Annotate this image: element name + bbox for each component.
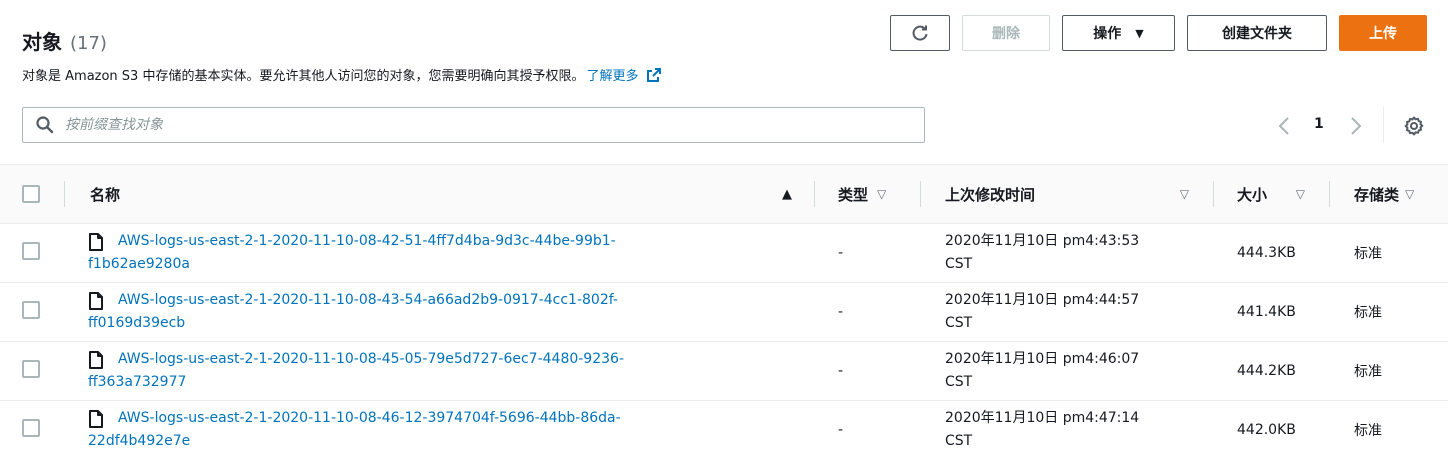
search-input[interactable] bbox=[65, 117, 905, 133]
row-checkbox[interactable] bbox=[22, 301, 40, 319]
table-header-row: 名称 ▲ 类型 ▽ 上次修改时间 ▽ 大小 ▽ 存储类 ▽ bbox=[0, 164, 1448, 224]
object-type: - bbox=[838, 304, 844, 320]
next-page-button[interactable] bbox=[1344, 113, 1368, 139]
caret-down-icon: ▼ bbox=[1135, 26, 1144, 40]
page-number[interactable]: 1 bbox=[1314, 116, 1324, 132]
select-all-cell bbox=[0, 165, 64, 224]
object-name-link[interactable]: AWS-logs-us-east-2-1-2020-11-10-08-46-12… bbox=[118, 407, 621, 430]
column-storage-class-label: 存储类 bbox=[1354, 185, 1400, 204]
description-text: 对象是 Amazon S3 中存储的基本实体。要允许其他人访问您的对象，您需要明… bbox=[22, 69, 585, 84]
column-separator bbox=[1213, 181, 1214, 207]
object-name-link-cont[interactable]: 22df4b492e7e bbox=[88, 430, 814, 453]
column-name-label: 名称 bbox=[90, 185, 121, 204]
prev-page-button[interactable] bbox=[1272, 113, 1296, 139]
object-size: 444.3KB bbox=[1237, 245, 1296, 261]
object-name-cell: AWS-logs-us-east-2-1-2020-11-10-08-46-12… bbox=[88, 407, 814, 453]
object-type: - bbox=[838, 245, 844, 261]
sort-icon[interactable]: ▽ bbox=[1405, 187, 1414, 201]
column-separator bbox=[920, 181, 921, 207]
chevron-right-icon bbox=[1351, 117, 1362, 135]
objects-table: 名称 ▲ 类型 ▽ 上次修改时间 ▽ 大小 ▽ 存储类 ▽ AWS-logs-u… bbox=[0, 164, 1448, 454]
object-type: - bbox=[838, 363, 844, 379]
pager-divider bbox=[1383, 107, 1384, 143]
object-name-link-cont[interactable]: f1b62ae9280a bbox=[88, 253, 814, 276]
actions-label: 操作 bbox=[1093, 26, 1122, 42]
refresh-button[interactable] bbox=[890, 15, 950, 51]
object-size: 444.2KB bbox=[1237, 363, 1296, 379]
file-icon bbox=[88, 350, 104, 369]
modified-date: 2020年11月10日 pm4:47:14 bbox=[945, 410, 1140, 427]
table-row[interactable]: AWS-logs-us-east-2-1-2020-11-10-08-46-12… bbox=[0, 400, 1448, 454]
modified-tz: CST bbox=[945, 374, 973, 390]
column-type-label: 类型 bbox=[838, 185, 869, 204]
modified-tz: CST bbox=[945, 256, 973, 272]
column-header-modified[interactable]: 上次修改时间 ▽ bbox=[920, 165, 1213, 224]
file-icon bbox=[88, 291, 104, 310]
file-icon bbox=[88, 232, 104, 251]
modified-date: 2020年11月10日 pm4:43:53 bbox=[945, 233, 1140, 249]
sort-icon[interactable]: ▽ bbox=[877, 187, 886, 201]
object-name-link-cont[interactable]: ff0169d39ecb bbox=[88, 312, 814, 335]
create-folder-button[interactable]: 创建文件夹 bbox=[1187, 15, 1327, 51]
sort-icon[interactable]: ▽ bbox=[1180, 187, 1189, 201]
table-row[interactable]: AWS-logs-us-east-2-1-2020-11-10-08-43-54… bbox=[0, 282, 1448, 342]
actions-dropdown[interactable]: 操作 ▼ bbox=[1062, 15, 1175, 51]
page-title: 对象 bbox=[22, 30, 62, 54]
object-storage-class: 标准 bbox=[1354, 423, 1382, 440]
sort-ascending-icon[interactable]: ▲ bbox=[782, 187, 792, 202]
preferences-gear-icon[interactable] bbox=[1402, 114, 1426, 138]
object-storage-class: 标准 bbox=[1354, 246, 1382, 262]
column-separator bbox=[1329, 181, 1330, 207]
row-checkbox[interactable] bbox=[22, 242, 40, 260]
row-checkbox[interactable] bbox=[22, 360, 40, 378]
delete-button[interactable]: 删除 bbox=[962, 15, 1050, 51]
object-name-cell: AWS-logs-us-east-2-1-2020-11-10-08-43-54… bbox=[88, 289, 814, 335]
select-all-checkbox[interactable] bbox=[22, 185, 40, 203]
modified-tz: CST bbox=[945, 315, 973, 331]
object-name-link[interactable]: AWS-logs-us-east-2-1-2020-11-10-08-43-54… bbox=[118, 289, 618, 312]
column-header-size[interactable]: 大小 ▽ bbox=[1213, 165, 1329, 224]
page-description: 对象是 Amazon S3 中存储的基本实体。要允许其他人访问您的对象，您需要明… bbox=[22, 65, 662, 84]
upload-button[interactable]: 上传 bbox=[1339, 15, 1427, 51]
search-field[interactable] bbox=[22, 107, 925, 143]
column-size-label: 大小 bbox=[1237, 185, 1268, 204]
object-name-link[interactable]: AWS-logs-us-east-2-1-2020-11-10-08-45-05… bbox=[118, 348, 624, 371]
external-link-icon[interactable] bbox=[646, 67, 662, 83]
file-icon bbox=[88, 409, 104, 428]
row-checkbox[interactable] bbox=[22, 419, 40, 438]
object-size: 442.0KB bbox=[1237, 422, 1296, 439]
column-header-type[interactable]: 类型 ▽ bbox=[814, 165, 920, 224]
refresh-icon bbox=[912, 25, 928, 41]
sort-icon[interactable]: ▽ bbox=[1296, 187, 1305, 201]
object-name-link-cont[interactable]: ff363a732977 bbox=[88, 371, 814, 394]
column-modified-label: 上次修改时间 bbox=[945, 185, 1036, 204]
object-modified: 2020年11月10日 pm4:43:53 CST bbox=[920, 224, 1213, 283]
object-name-cell: AWS-logs-us-east-2-1-2020-11-10-08-45-05… bbox=[88, 348, 814, 394]
object-storage-class: 标准 bbox=[1354, 364, 1382, 380]
object-storage-class: 标准 bbox=[1354, 305, 1382, 321]
chevron-left-icon bbox=[1278, 117, 1289, 135]
modified-tz: CST bbox=[945, 433, 973, 450]
modified-date: 2020年11月10日 pm4:44:57 bbox=[945, 292, 1140, 308]
table-row[interactable]: AWS-logs-us-east-2-1-2020-11-10-08-45-05… bbox=[0, 341, 1448, 401]
column-header-storage-class[interactable]: 存储类 ▽ bbox=[1329, 165, 1448, 224]
objects-header: 对象 (17) 对象是 Amazon S3 中存储的基本实体。要允许其他人访问您… bbox=[0, 0, 1448, 164]
title-row: 对象 (17) bbox=[22, 26, 107, 55]
column-separator bbox=[814, 181, 815, 207]
column-separator bbox=[64, 181, 65, 207]
object-name-cell: AWS-logs-us-east-2-1-2020-11-10-08-42-51… bbox=[88, 230, 814, 276]
learn-more-link[interactable]: 了解更多 bbox=[586, 65, 638, 84]
object-name-link[interactable]: AWS-logs-us-east-2-1-2020-11-10-08-42-51… bbox=[118, 230, 616, 253]
modified-date: 2020年11月10日 pm4:46:07 bbox=[945, 351, 1140, 367]
object-type: - bbox=[838, 422, 844, 439]
column-header-name[interactable]: 名称 ▲ bbox=[64, 165, 814, 224]
object-modified: 2020年11月10日 pm4:46:07 CST bbox=[920, 342, 1213, 401]
object-count: (17) bbox=[70, 33, 107, 54]
table-row[interactable]: AWS-logs-us-east-2-1-2020-11-10-08-42-51… bbox=[0, 223, 1448, 283]
search-icon bbox=[35, 115, 55, 135]
object-modified: 2020年11月10日 pm4:44:57 CST bbox=[920, 283, 1213, 342]
object-modified: 2020年11月10日 pm4:47:14 CST bbox=[920, 401, 1213, 454]
object-size: 441.4KB bbox=[1237, 304, 1296, 320]
